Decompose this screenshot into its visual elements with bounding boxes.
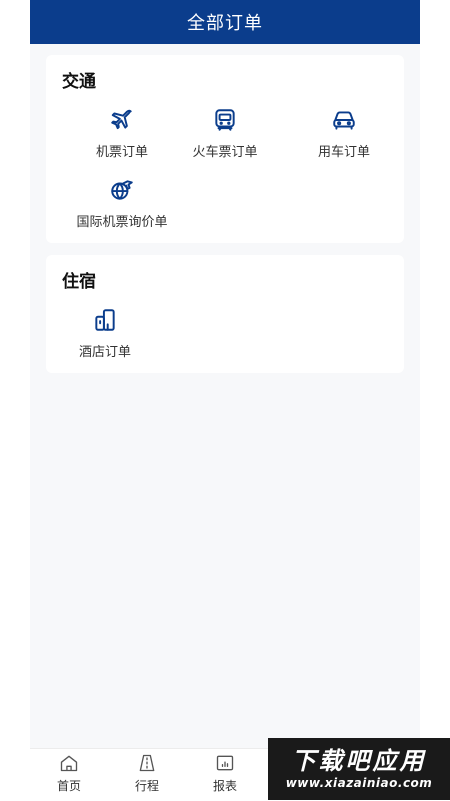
lodging-section-title: 住宿 bbox=[62, 272, 96, 292]
lodging-card: 住宿 酒店订单 bbox=[46, 255, 404, 373]
app-screen: 全部订单 交通 机票订单 火车票订单 用车订单 国际机票询价单 住宿 酒店订单 … bbox=[30, 0, 420, 801]
watermark-logo: 下载吧应用 www.xiazainiao.com bbox=[268, 738, 450, 800]
report-icon bbox=[215, 753, 235, 773]
globe-plane-icon bbox=[109, 177, 135, 203]
transport-card: 交通 机票订单 火车票订单 用车订单 国际机票询价单 bbox=[46, 55, 404, 243]
car-icon bbox=[331, 107, 357, 133]
flight-orders-label: 机票订单 bbox=[95, 145, 148, 160]
watermark-url: www.xiazainiao.com bbox=[285, 776, 433, 790]
intl-flight-inquiry-tile[interactable]: 国际机票询价单 bbox=[46, 177, 198, 237]
page-header: 全部订单 bbox=[30, 0, 420, 44]
tab-reports-label: 报表 bbox=[212, 779, 237, 793]
tab-reports[interactable]: 报表 bbox=[186, 753, 264, 799]
hotel-building-icon bbox=[92, 307, 118, 333]
intl-flight-inquiry-label: 国际机票询价单 bbox=[76, 215, 168, 230]
transport-section-title: 交通 bbox=[62, 72, 96, 92]
airplane-icon bbox=[109, 107, 135, 133]
tab-trips[interactable]: 行程 bbox=[108, 753, 186, 799]
hotel-orders-label: 酒店订单 bbox=[78, 345, 131, 360]
home-icon bbox=[59, 753, 79, 773]
flight-orders-tile[interactable]: 机票订单 bbox=[62, 107, 182, 167]
train-orders-tile[interactable]: 火车票订单 bbox=[165, 107, 285, 167]
road-icon bbox=[137, 753, 157, 773]
tab-trips-label: 行程 bbox=[134, 779, 159, 793]
car-orders-tile[interactable]: 用车订单 bbox=[284, 107, 404, 167]
page-title: 全部订单 bbox=[187, 13, 263, 34]
hotel-orders-tile[interactable]: 酒店订单 bbox=[46, 307, 164, 367]
train-orders-label: 火车票订单 bbox=[192, 145, 258, 160]
watermark-title: 下载吧应用 bbox=[291, 747, 427, 775]
train-icon bbox=[212, 107, 238, 133]
tab-home-label: 首页 bbox=[56, 779, 81, 793]
tab-home[interactable]: 首页 bbox=[30, 753, 108, 799]
car-orders-label: 用车订单 bbox=[317, 145, 370, 160]
